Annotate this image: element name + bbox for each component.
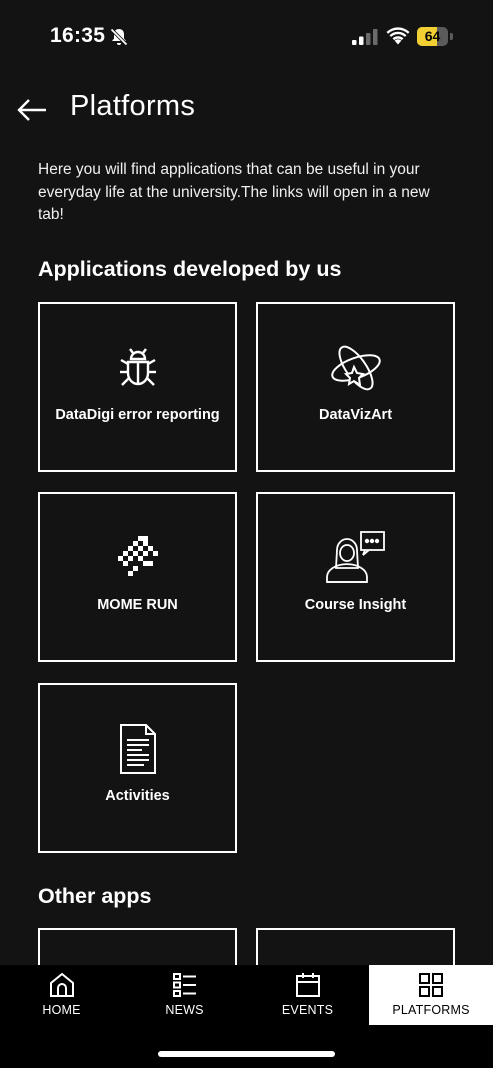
status-time: 16:35 — [50, 24, 106, 47]
nav-events[interactable]: EVENTS — [246, 965, 369, 1025]
app-label: Course Insight — [304, 597, 407, 613]
back-button[interactable] — [14, 92, 50, 128]
app-card-activities[interactable]: Activities — [38, 683, 237, 853]
battery-level: 64 — [424, 28, 441, 44]
app-label: Activities — [105, 788, 170, 804]
person-speech-icon — [258, 530, 453, 584]
nav-label: PLATFORMS — [392, 1003, 470, 1017]
calendar-icon — [246, 972, 369, 998]
bug-icon — [40, 346, 235, 390]
nav-home[interactable]: HOME — [0, 965, 123, 1025]
page-title: Platforms — [70, 90, 196, 122]
grid-icon — [369, 972, 493, 998]
nav-platforms[interactable]: PLATFORMS — [369, 965, 493, 1025]
signal-icon — [352, 29, 378, 45]
bell-muted-icon — [109, 27, 129, 47]
list-icon — [123, 972, 246, 998]
wifi-icon — [386, 26, 410, 45]
section-title-other-apps: Other apps — [38, 884, 152, 908]
home-indicator[interactable] — [158, 1051, 335, 1057]
atom-star-icon — [258, 342, 453, 394]
app-label: DataDigi error reporting — [55, 407, 220, 423]
nav-news[interactable]: NEWS — [123, 965, 246, 1025]
nav-label: HOME — [42, 1003, 81, 1017]
arrow-left-icon — [17, 99, 46, 121]
app-label: MOME RUN — [97, 597, 178, 613]
document-icon — [40, 723, 235, 775]
app-card-datadigi[interactable]: DataDigi error reporting — [38, 302, 237, 472]
app-card-course-insight[interactable]: Course Insight — [256, 492, 455, 662]
app-card-mome-run[interactable]: MOME RUN — [38, 492, 237, 662]
pixel-runner-icon — [40, 534, 235, 578]
page-header: Platforms — [0, 80, 493, 140]
app-label: DataVizArt — [318, 407, 393, 423]
status-bar: 16:35 64 — [0, 0, 493, 70]
intro-text: Here you will find applications that can… — [38, 161, 430, 223]
app-card-datavizart[interactable]: DataVizArt — [256, 302, 455, 472]
nav-label: EVENTS — [281, 1003, 334, 1017]
section-title-developed: Applications developed by us — [38, 257, 342, 281]
nav-label: NEWS — [165, 1003, 204, 1017]
battery-icon: 64 — [417, 27, 453, 46]
home-icon — [0, 972, 123, 998]
